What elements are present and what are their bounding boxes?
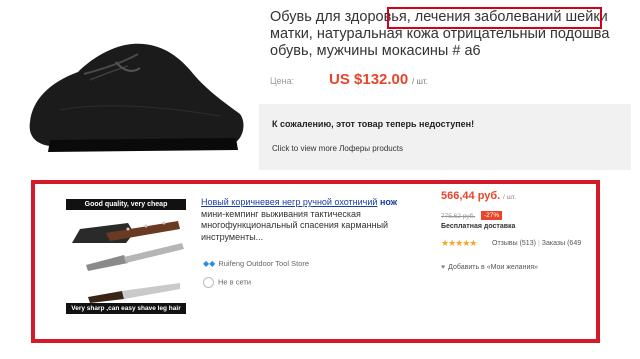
knife-illustration — [66, 199, 186, 314]
star-rating: ★★★★★ — [441, 238, 477, 248]
orders-count: Заказы (649 — [541, 240, 582, 247]
wishlist-label[interactable]: Добавить в «Мои желания» — [448, 264, 538, 271]
listing-price: 566,44 руб. — [441, 190, 501, 202]
store-name[interactable]: Ruifeng Outdoor Tool Store — [218, 259, 309, 268]
listing-stats: Отзывы (513) | Заказы (649 — [492, 240, 581, 247]
diamond-icon: ◆◆ — [203, 259, 216, 268]
price-unit: / шт. — [412, 77, 428, 86]
image-caption-bottom: Very sharp ,can easy shave leg hair — [66, 303, 186, 314]
image-caption-top: Good quality, very cheap — [66, 199, 186, 210]
online-status: Не в сети — [203, 277, 251, 288]
discount-badge: -27% — [481, 211, 503, 220]
free-shipping: Бесплатная доставка — [441, 223, 516, 230]
listing-title[interactable]: Новый коричневея негр ручной охотничий н… — [201, 197, 406, 243]
listing-title-keyword[interactable]: нож — [380, 197, 397, 207]
stats-separator: | — [537, 240, 540, 247]
product-price: US $132.00 — [329, 71, 409, 88]
old-price: 775,62 руб. — [441, 213, 476, 220]
listing-price-unit: / шт. — [503, 194, 516, 201]
status-circle-icon — [203, 277, 214, 288]
reviews-link[interactable]: Отзывы (513) — [492, 240, 536, 247]
status-text: Не в сети — [218, 277, 252, 287]
listing-title-rest[interactable]: мини-кемпинг выживания тактическая много… — [201, 209, 388, 242]
unavailable-panel: К сожалению, этот товар теперь недоступе… — [259, 104, 631, 170]
heart-icon: ♥ — [441, 264, 446, 271]
knife-image[interactable]: Good quality, very cheap Very sharp ,can… — [66, 199, 186, 314]
price-label: Цена: — [270, 76, 295, 86]
listing-title-line1[interactable]: Новый коричневея негр ручной охотничий — [201, 197, 377, 207]
store-link[interactable]: ◆◆ Ruifeng Outdoor Tool Store — [203, 259, 309, 268]
shoe-image[interactable] — [20, 10, 248, 172]
view-more-link[interactable]: Click to view more Лоферы products — [272, 144, 403, 153]
highlight-box — [387, 7, 602, 29]
unavailable-message: К сожалению, этот товар теперь недоступе… — [272, 119, 475, 129]
add-to-wishlist[interactable]: ♥ Добавить в «Мои желания» — [441, 264, 538, 271]
